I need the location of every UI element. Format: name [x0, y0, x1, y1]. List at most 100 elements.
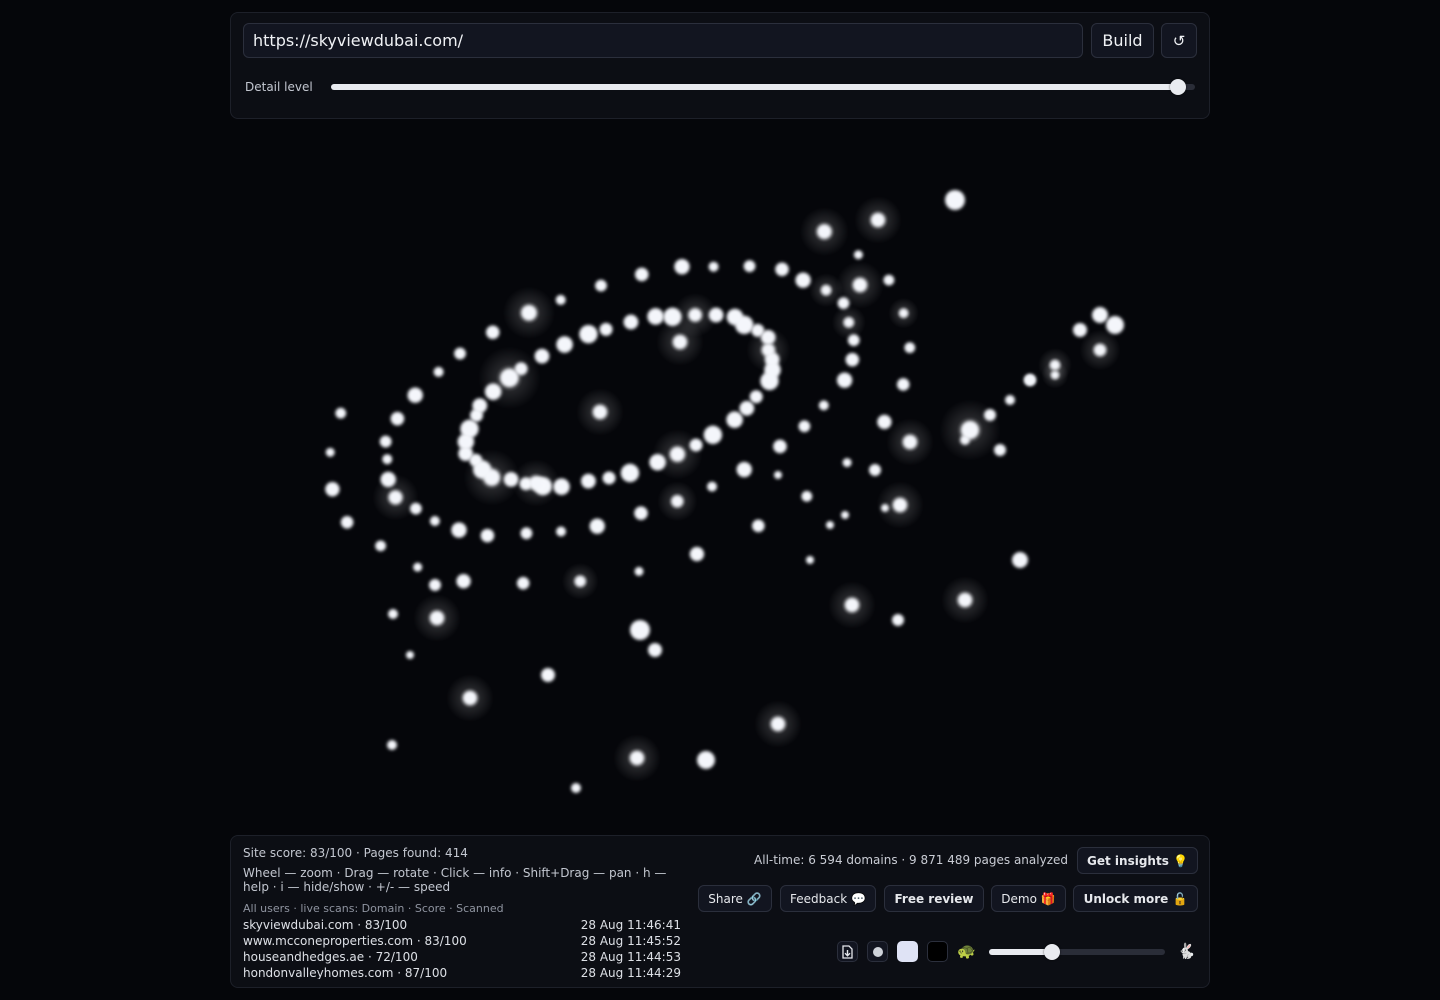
page-node[interactable] — [516, 576, 530, 590]
page-node[interactable] — [574, 575, 586, 587]
page-node[interactable] — [649, 453, 666, 471]
page-node[interactable] — [739, 400, 755, 416]
page-node[interactable] — [826, 521, 834, 529]
page-node[interactable] — [634, 506, 648, 520]
scan-row[interactable]: houseandhedges.ae · 72/100 28 Aug 11:44:… — [243, 950, 683, 966]
page-node[interactable] — [463, 691, 477, 705]
page-node[interactable] — [1051, 371, 1059, 379]
page-node[interactable] — [842, 458, 852, 468]
page-node[interactable] — [853, 250, 863, 260]
page-node[interactable] — [817, 224, 832, 239]
page-node[interactable] — [853, 278, 867, 292]
page-node[interactable] — [456, 574, 471, 589]
page-node[interactable] — [520, 527, 533, 540]
page-node[interactable] — [847, 334, 860, 347]
scan-row[interactable]: skyviewdubai.com · 83/100 28 Aug 11:46:4… — [243, 918, 683, 934]
site-graph-canvas[interactable] — [230, 130, 1210, 830]
page-node[interactable] — [379, 435, 392, 448]
share-button[interactable]: Share 🔗 — [698, 885, 772, 912]
page-node[interactable] — [454, 347, 466, 360]
unlock-more-button[interactable]: Unlock more 🔓 — [1073, 885, 1198, 912]
page-node[interactable] — [877, 414, 892, 430]
page-node[interactable] — [1005, 395, 1015, 405]
page-node[interactable] — [388, 490, 403, 505]
page-node[interactable] — [773, 439, 787, 454]
page-node[interactable] — [994, 444, 1006, 456]
page-node[interactable] — [388, 609, 398, 619]
page-node[interactable] — [843, 317, 854, 328]
page-node[interactable] — [599, 322, 613, 336]
page-node[interactable] — [407, 387, 423, 403]
page-node[interactable] — [904, 342, 916, 354]
page-node[interactable] — [581, 473, 596, 489]
page-node[interactable] — [775, 262, 789, 277]
page-node[interactable] — [749, 390, 763, 404]
page-node[interactable] — [433, 366, 444, 377]
page-node[interactable] — [634, 566, 644, 576]
page-node[interactable] — [460, 419, 479, 439]
page-node[interactable] — [571, 783, 581, 793]
speed-slider[interactable] — [989, 944, 1165, 960]
page-node[interactable] — [429, 579, 441, 591]
page-node[interactable] — [671, 495, 684, 508]
page-node[interactable] — [387, 740, 397, 750]
demo-button[interactable]: Demo 🎁 — [991, 885, 1066, 912]
page-node[interactable] — [380, 471, 396, 488]
page-node[interactable] — [541, 668, 555, 682]
page-node[interactable] — [630, 751, 644, 765]
page-node[interactable] — [648, 643, 662, 657]
page-node[interactable] — [647, 308, 664, 325]
page-node[interactable] — [1012, 552, 1028, 568]
page-node[interactable] — [752, 519, 765, 533]
feedback-button[interactable]: Feedback 💬 — [780, 885, 876, 912]
light-theme-button[interactable] — [897, 941, 918, 962]
page-node[interactable] — [871, 213, 885, 227]
page-node[interactable] — [958, 593, 972, 607]
free-review-button[interactable]: Free review — [884, 885, 984, 912]
page-node[interactable] — [602, 471, 616, 485]
page-node[interactable] — [430, 611, 444, 625]
page-node[interactable] — [623, 314, 639, 330]
page-node[interactable] — [634, 267, 649, 282]
build-button[interactable]: Build — [1091, 23, 1154, 58]
page-node[interactable] — [1106, 316, 1124, 334]
page-node[interactable] — [893, 498, 907, 512]
page-node[interactable] — [451, 522, 467, 538]
url-input[interactable] — [243, 23, 1083, 58]
page-node[interactable] — [945, 190, 965, 210]
download-button[interactable] — [837, 941, 858, 962]
page-node[interactable] — [335, 407, 347, 419]
page-node[interactable] — [555, 294, 566, 305]
site-graph-visualization[interactable] — [230, 130, 1210, 830]
page-node[interactable] — [841, 511, 849, 519]
page-node[interactable] — [406, 651, 414, 659]
page-node[interactable] — [480, 528, 495, 543]
page-node[interactable] — [845, 352, 860, 367]
page-node[interactable] — [595, 279, 607, 292]
page-node[interactable] — [703, 425, 723, 445]
page-node[interactable] — [771, 717, 785, 731]
page-node[interactable] — [514, 362, 528, 376]
scan-row[interactable]: www.mcconeproperties.com · 83/100 28 Aug… — [243, 934, 683, 950]
page-node[interactable] — [472, 398, 488, 414]
page-node[interactable] — [743, 260, 756, 273]
get-insights-button[interactable]: Get insights 💡 — [1077, 847, 1198, 874]
page-node[interactable] — [688, 308, 702, 322]
page-node[interactable] — [806, 556, 814, 564]
scan-row[interactable]: hondonvalleyhomes.com · 87/100 28 Aug 11… — [243, 966, 683, 979]
page-node[interactable] — [892, 614, 904, 626]
page-node[interactable] — [697, 751, 715, 769]
page-node[interactable] — [325, 447, 335, 457]
page-node[interactable] — [556, 336, 573, 353]
page-node[interactable] — [375, 540, 387, 552]
page-node[interactable] — [413, 562, 423, 572]
page-node[interactable] — [630, 620, 650, 640]
detail-level-slider[interactable] — [331, 79, 1195, 95]
page-node[interactable] — [845, 598, 859, 612]
dark-theme-button[interactable] — [927, 941, 948, 962]
page-node[interactable] — [1025, 375, 1035, 385]
page-node[interactable] — [801, 490, 813, 502]
page-node[interactable] — [534, 348, 550, 364]
page-node[interactable] — [674, 258, 690, 275]
page-node[interactable] — [382, 454, 393, 465]
